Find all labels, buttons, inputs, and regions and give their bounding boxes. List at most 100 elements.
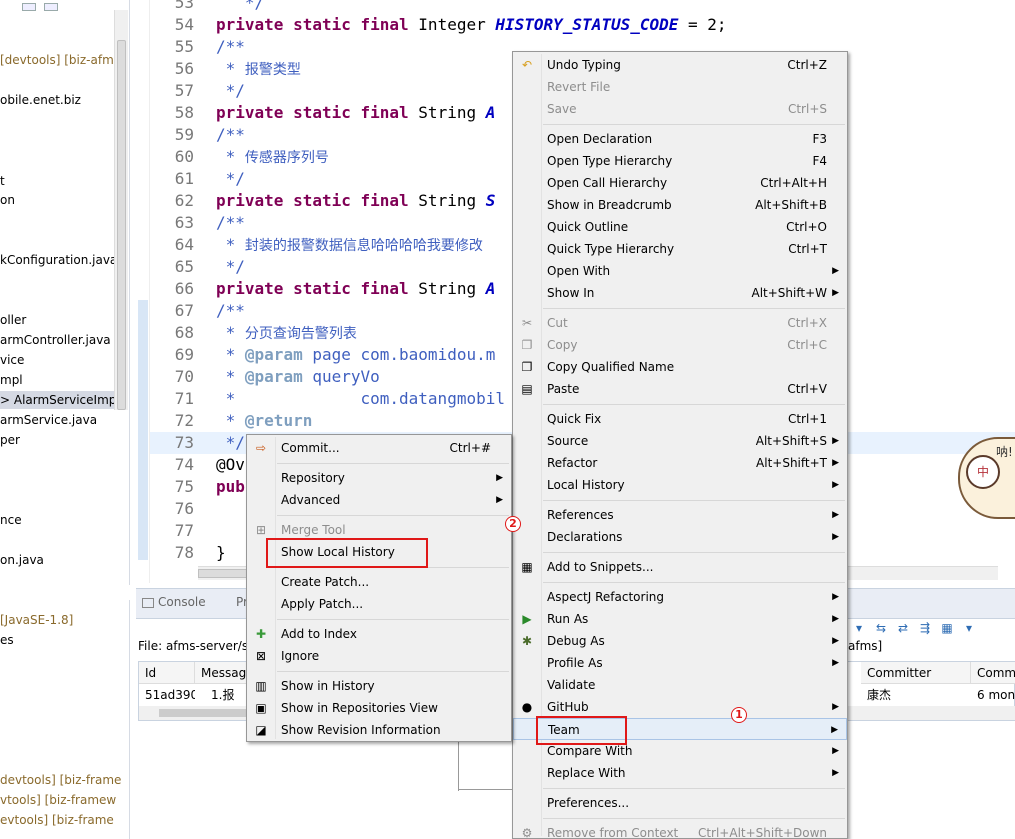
project-explorer[interactable]: [devtools] [biz-afms obile.enet.biz t on kCo… [0,0,130,585]
explorer-tree-item[interactable]: oller [0,311,26,329]
code-line[interactable]: 54 private static final Integer HISTORY_S… [150,14,727,36]
explorer-scroll-thumb[interactable] [117,40,126,410]
explorer-tree-item[interactable]: evtools] [biz-frame [0,811,114,829]
explorer-tree-item[interactable]: nce [0,511,22,529]
collapse-icon[interactable] [22,3,36,11]
explorer-tree-item[interactable]: mpl [0,371,23,389]
code-line[interactable]: 62 private static final String S [150,190,496,212]
code-line[interactable]: 67 /** [150,300,245,322]
code-line[interactable]: 68 * 分页查询告警列表 [150,322,357,344]
column-id[interactable]: Id [139,662,195,684]
menu-item-paste[interactable]: ▤ Paste Ctrl+V [513,378,847,400]
menu-item-open-declaration[interactable]: Open Declaration F3 [513,128,847,150]
code-line[interactable]: 72 * @return [150,410,313,432]
code-line[interactable]: 61 */ [150,168,245,190]
code-line[interactable]: 60 * 传感器序列号 [150,146,329,168]
explorer-scrollbar[interactable] [114,10,128,410]
menu-item-advanced[interactable]: Advanced ▶ [247,489,511,511]
code-line[interactable]: 56 * 报警类型 [150,58,301,80]
explorer-tree-item[interactable]: armController.java [0,331,111,349]
table-cell[interactable]: 51ad390 [139,686,195,704]
explorer-tree-item[interactable]: devtools] [biz-frame [0,771,121,789]
code-line[interactable]: 53 */ [150,0,264,14]
menu-item-preferences[interactable]: Preferences... [513,792,847,814]
code-line[interactable]: 66 private static final String A [150,278,496,300]
editor-scroll-thumb[interactable] [198,569,248,578]
menu-item-open-with[interactable]: Open With ▶ [513,260,847,282]
filter-icon[interactable]: ▾ [851,620,867,636]
tab-console[interactable]: Console [142,595,206,609]
menu-item-aspectj-refactoring[interactable]: AspectJ Refactoring ▶ [513,586,847,608]
menu-item-run-as[interactable]: ▶ Run As ▶ [513,608,847,630]
link-editor-icon[interactable]: ⇄ [895,620,911,636]
history-table-scroll-thumb[interactable] [159,709,249,717]
code-line[interactable]: 57 */ [150,80,245,102]
table-cell[interactable]: 6 month [971,686,1015,704]
code-line[interactable]: 70 * @param queryVo [150,366,380,388]
menu-item-add-to-index[interactable]: ✚ Add to Index [247,623,511,645]
link-icon[interactable] [44,3,58,11]
explorer-tree-item[interactable]: vice [0,351,24,369]
menu-item-copy-qualified-name[interactable]: ❐ Copy Qualified Name [513,356,847,378]
explorer-tree-item[interactable]: kConfiguration.java [0,251,117,269]
explorer-tree-item[interactable]: on [0,191,15,209]
code-line[interactable]: 69 * @param page com.baomidou.m [150,344,496,366]
code-line[interactable]: 64 * 封装的报警数据信息哈哈哈哈我要修改 [150,234,483,256]
project-explorer-lower[interactable]: [JavaSE-1.8] es devtools] [biz-frame vtools… [0,600,130,839]
explorer-tree-item[interactable]: armService.java [0,411,97,429]
menu-item-quick-type-hierarchy[interactable]: Quick Type Hierarchy Ctrl+T [513,238,847,260]
menu-item-undo-typing[interactable]: ↶ Undo Typing Ctrl+Z [513,54,847,76]
menu-item-open-type-hierarchy[interactable]: Open Type Hierarchy F4 [513,150,847,172]
explorer-tree-item[interactable]: [devtools] [biz-afms [0,51,120,69]
code-line[interactable]: 76 [150,498,216,520]
explorer-tree-item[interactable]: on.java [0,551,44,569]
menu-item-declarations[interactable]: Declarations ▶ [513,526,847,548]
explorer-tree-item[interactable]: obile.enet.biz [0,91,81,109]
code-line[interactable]: 65 */ [150,256,245,278]
menu-item-cut[interactable]: ✂ Cut Ctrl+X [513,312,847,334]
menu-item-create-patch[interactable]: Create Patch... [247,571,511,593]
menu-item-copy[interactable]: ❐ Copy Ctrl+C [513,334,847,356]
menu-item-add-to-snippets[interactable]: ▦ Add to Snippets... [513,556,847,578]
menu-item-local-history[interactable]: Local History ▶ [513,474,847,496]
menu-item-quick-fix[interactable]: Quick Fix Ctrl+1 [513,408,847,430]
menu-item-show-revision-information[interactable]: ◪ Show Revision Information [247,719,511,741]
code-line[interactable]: 55 /** [150,36,245,58]
menu-item-repository[interactable]: Repository ▶ [247,467,511,489]
menu-item-remove-from-context[interactable]: ⚙ Remove from Context Ctrl+Alt+Shift+Down [513,822,847,839]
menu-item-refactor[interactable]: Refactor Alt+Shift+T ▶ [513,452,847,474]
code-line[interactable]: 63 /** [150,212,245,234]
menu-item-show-in-history[interactable]: ▥ Show in History [247,675,511,697]
menu-item-show-in-breadcrumb[interactable]: Show in Breadcrumb Alt+Shift+B [513,194,847,216]
menu-item-debug-as[interactable]: ✱ Debug As ▶ [513,630,847,652]
view-menu-icon[interactable]: ▾ [961,620,977,636]
menu-item-save[interactable]: Save Ctrl+S [513,98,847,120]
menu-item-replace-with[interactable]: Replace With ▶ [513,762,847,784]
explorer-tree-item[interactable]: t [0,172,5,190]
menu-item-open-call-hierarchy[interactable]: Open Call Hierarchy Ctrl+Alt+H [513,172,847,194]
explorer-tree-item[interactable]: [JavaSE-1.8] [0,611,73,629]
explorer-tree-item[interactable]: vtools] [biz-framew [0,791,116,809]
menu-item-revert-file[interactable]: Revert File [513,76,847,98]
menu-item-source[interactable]: Source Alt+Shift+S ▶ [513,430,847,452]
menu-item-show-in-repositories-view[interactable]: ▣ Show in Repositories View [247,697,511,719]
code-line[interactable]: 59 /** [150,124,245,146]
menu-item-show-in[interactable]: Show In Alt+Shift+W ▶ [513,282,847,304]
menu-item-commit[interactable]: ⇨ Commit... Ctrl+# [247,437,511,459]
layout-icon[interactable]: ▦ [939,620,955,636]
explorer-tree-item[interactable]: per [0,431,20,449]
code-line[interactable]: 58 private static final String A [150,102,496,124]
column-commit-date[interactable]: Comm [971,662,1015,684]
menu-item-github[interactable]: ● GitHub ▶ [513,696,847,718]
table-cell[interactable]: 康杰 [861,686,971,704]
explorer-tree-item[interactable]: es [0,631,14,649]
menu-item-profile-as[interactable]: Profile As ▶ [513,652,847,674]
compare-mode-icon[interactable]: ⇆ [873,620,889,636]
menu-item-validate[interactable]: Validate [513,674,847,696]
code-line[interactable]: 74 @Ov [150,454,245,476]
explorer-tree-item[interactable]: > AlarmServiceImp [0,391,118,409]
show-all-icon[interactable]: ⇶ [917,620,933,636]
column-committer[interactable]: Committer [861,662,971,684]
menu-item-references[interactable]: References ▶ [513,504,847,526]
menu-item-quick-outline[interactable]: Quick Outline Ctrl+O [513,216,847,238]
